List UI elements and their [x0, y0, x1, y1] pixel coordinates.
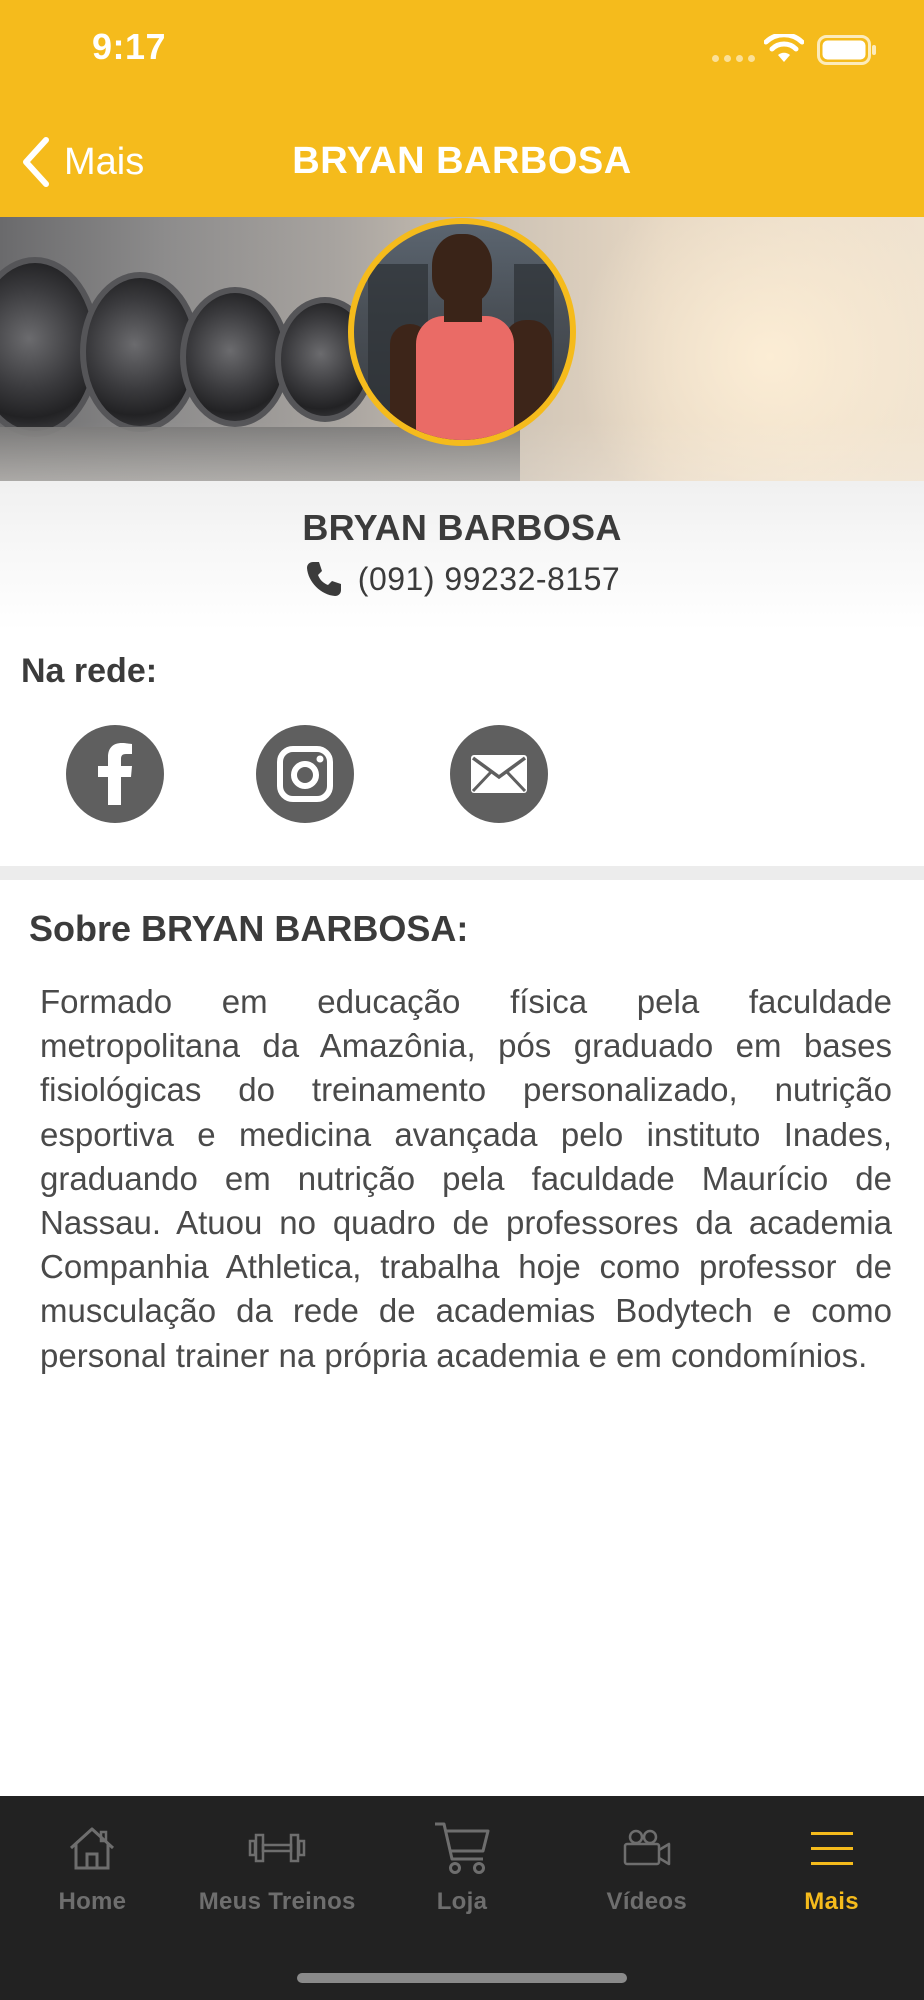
home-icon: [70, 1827, 115, 1870]
email-icon: [471, 755, 527, 793]
tab-label: Mais: [804, 1888, 859, 1915]
page-title: BRYAN BARBOSA: [292, 140, 632, 182]
instagram-button[interactable]: [256, 725, 354, 823]
about-text: Formado em educação física pela faculdad…: [40, 983, 892, 1374]
phone-icon: [306, 562, 341, 596]
tab-loja[interactable]: Loja: [370, 1796, 555, 1936]
facebook-icon: [98, 743, 132, 805]
header-bar: 9:17 Mais BRYAN BARBOSA: [0, 0, 924, 217]
phone-row[interactable]: (091) 99232-8157: [0, 559, 924, 599]
section-divider: [0, 866, 924, 880]
tab-videos[interactable]: Vídeos: [554, 1796, 739, 1936]
trainer-avatar: [348, 218, 576, 446]
tab-mais[interactable]: Mais: [739, 1796, 924, 1936]
cart-icon: [434, 1822, 490, 1874]
tab-label: Home: [58, 1888, 127, 1915]
profile-info: BRYAN BARBOSA (091) 99232-8157: [0, 481, 924, 631]
social-title: Na rede:: [21, 652, 158, 690]
instagram-icon: [277, 746, 333, 802]
status-time: 9:17: [92, 26, 167, 67]
video-camera-icon: [623, 1829, 671, 1866]
wifi-icon: [764, 34, 804, 62]
battery-icon: [817, 35, 876, 65]
tab-meus-treinos[interactable]: Meus Treinos: [185, 1796, 370, 1936]
phone-number: (091) 99232-8157: [357, 560, 621, 597]
dumbbell-icon: [248, 1833, 306, 1863]
tab-label: Loja: [436, 1888, 488, 1915]
menu-icon: [810, 1832, 853, 1865]
tab-home[interactable]: Home: [0, 1796, 185, 1936]
about-title: Sobre BRYAN BARBOSA:: [29, 908, 469, 949]
tab-label: Meus Treinos: [198, 1888, 356, 1915]
trainer-name: BRYAN BARBOSA: [302, 507, 622, 548]
email-button[interactable]: [450, 725, 548, 823]
cellular-signal-icon: [712, 55, 755, 62]
tab-label: Vídeos: [606, 1888, 688, 1915]
tab-bar: Home Meus Treinos Loja Vídeos Mais: [0, 1796, 924, 2000]
facebook-button[interactable]: [66, 725, 164, 823]
home-indicator[interactable]: [297, 1973, 627, 1983]
